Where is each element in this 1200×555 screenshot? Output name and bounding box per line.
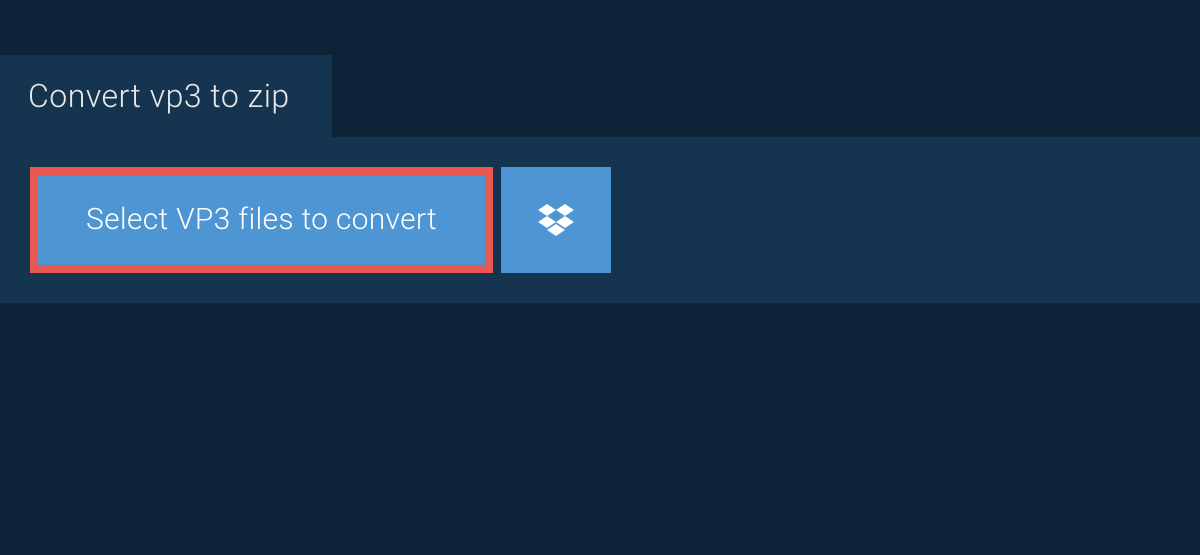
- dropbox-icon: [538, 204, 574, 236]
- tab-title: Convert vp3 to zip: [28, 77, 290, 115]
- select-files-label: Select VP3 files to convert: [86, 205, 437, 235]
- button-row: Select VP3 files to convert: [30, 167, 1170, 273]
- tab-convert[interactable]: Convert vp3 to zip: [0, 55, 332, 137]
- select-files-button[interactable]: Select VP3 files to convert: [30, 167, 493, 273]
- tab-bar: Convert vp3 to zip: [0, 55, 1200, 137]
- dropbox-button[interactable]: [501, 167, 611, 273]
- converter-panel: Select VP3 files to convert: [0, 137, 1200, 303]
